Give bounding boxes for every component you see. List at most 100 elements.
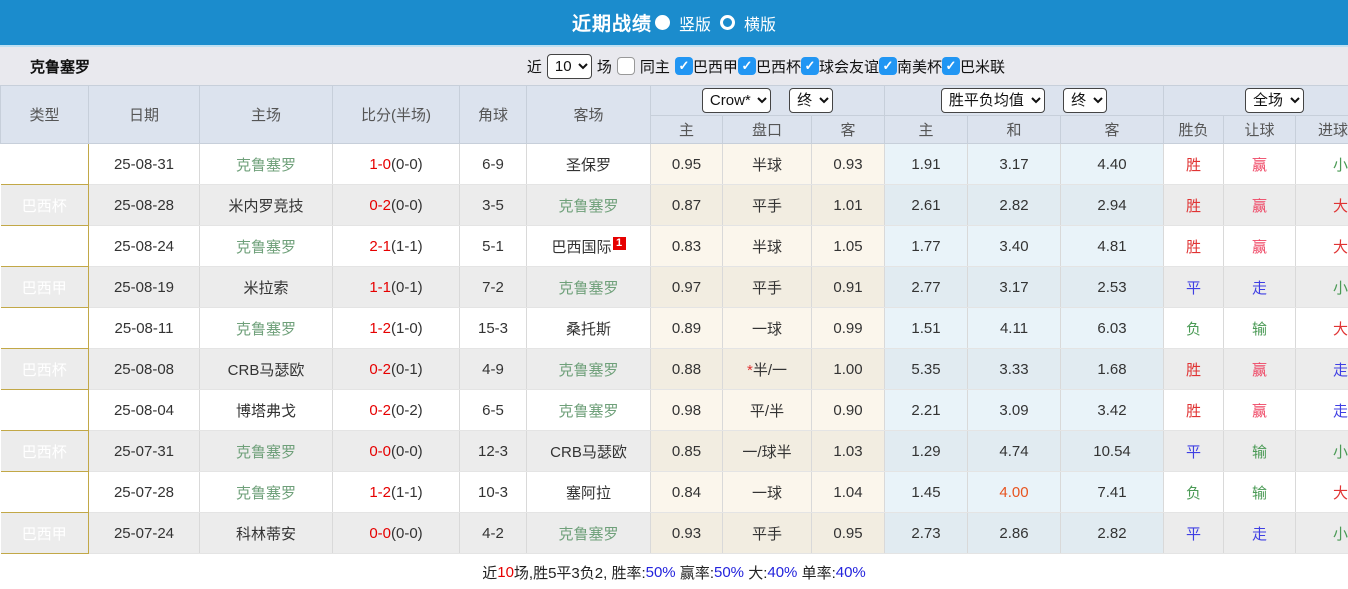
score-cell: 0-2(0-2) [332, 389, 460, 431]
result-handicap-cell: 走 [1223, 266, 1297, 308]
league-cell: 巴西甲 [0, 512, 89, 554]
result-handicap-cell: 输 [1223, 307, 1297, 349]
team-name: 克鲁塞罗 [30, 58, 91, 76]
subheader-result-outcome: 胜负 [1163, 115, 1225, 144]
header-date: 日期 [88, 85, 200, 144]
europe-draw-odds-cell: 3.17 [967, 143, 1062, 185]
competition-filter: ✓ 南美杯 [878, 56, 942, 77]
checkbox-checked-icon[interactable]: ✓ [737, 57, 756, 75]
home-team-cell: 克鲁塞罗 [199, 430, 333, 472]
match-count-select[interactable]: 10 [546, 53, 592, 79]
europe-draw-odds-cell: 3.33 [967, 348, 1062, 390]
handicap-line-cell: 半球 [722, 143, 812, 185]
result-goals-cell: 大 [1295, 225, 1348, 267]
date-cell: 25-07-24 [88, 512, 200, 554]
home-team-cell: 博塔弗戈 [199, 389, 333, 431]
header-type: 类型 [0, 85, 89, 144]
same-home-checkbox[interactable] [616, 57, 635, 75]
corners-cell: 10-3 [459, 471, 527, 513]
result-outcome-cell: 胜 [1163, 143, 1225, 185]
europe-home-odds-cell: 1.51 [884, 307, 969, 349]
away-team-cell: 克鲁塞罗 [526, 266, 651, 308]
home-team-cell: CRB马瑟欧 [199, 348, 333, 390]
corners-cell: 15-3 [459, 307, 527, 349]
handicap-line-cell: 平手 [722, 184, 812, 226]
handicap-home-odds-cell: 0.98 [650, 389, 723, 431]
corners-cell: 7-2 [459, 266, 527, 308]
europe-home-odds-cell: 2.21 [884, 389, 969, 431]
team-name-text: 巴西国际 [551, 238, 612, 256]
handicap-away-odds-cell: 1.01 [811, 184, 886, 226]
radio-horizontal-label[interactable]: 横版 [744, 11, 776, 35]
summary-segment: 40% [767, 563, 798, 581]
score-cell: 1-1(0-1) [332, 266, 460, 308]
header-score: 比分(半场) [332, 85, 460, 144]
table-row: 巴西杯 25-07-31 克鲁塞罗 0-0(0-0) 12-3 CRB马瑟欧 0.85 一/球… [0, 430, 1348, 472]
summary-segment: 单率: [797, 564, 836, 582]
subheader-handicap-home: 主 [650, 115, 723, 144]
result-goals-cell: 小 [1295, 512, 1348, 554]
radio-vertical-label[interactable]: 竖版 [679, 11, 711, 35]
radio-horizontal-icon[interactable] [720, 15, 735, 30]
team-name-text: 克鲁塞罗 [558, 279, 619, 297]
away-team-cell: 桑托斯 [526, 307, 651, 349]
header-home: 主场 [199, 85, 333, 144]
average-final-select[interactable]: 终 [1063, 88, 1108, 113]
date-cell: 25-07-28 [88, 471, 200, 513]
radio-vertical-selected-icon[interactable] [654, 15, 670, 30]
team-name-text: 博塔弗戈 [235, 402, 296, 420]
result-goals-cell: 走 [1295, 389, 1348, 431]
europe-away-odds-cell: 1.68 [1060, 348, 1165, 390]
checkbox-checked-icon[interactable]: ✓ [800, 57, 819, 75]
result-handicap-cell: 输 [1223, 471, 1297, 513]
date-cell: 25-08-11 [88, 307, 200, 349]
results-table: 类型 日期 主场 比分(半场) 角球 客场 Crow* 终 胜平负均值 终 全场 [0, 85, 1348, 554]
europe-draw-odds-cell: 4.74 [967, 430, 1062, 472]
away-team-cell: 克鲁塞罗 [526, 512, 651, 554]
europe-away-odds-cell: 7.41 [1060, 471, 1165, 513]
corners-cell: 5-1 [459, 225, 527, 267]
team-name-text: CRB马瑟欧 [550, 443, 627, 461]
scope-dropdown-group: 全场 [1163, 85, 1348, 116]
europe-away-odds-cell: 4.40 [1060, 143, 1165, 185]
handicap-away-odds-cell: 1.05 [811, 225, 886, 267]
score-cell: 0-2(0-0) [332, 184, 460, 226]
europe-away-odds-cell: 10.54 [1060, 430, 1165, 472]
europe-away-odds-cell: 2.94 [1060, 184, 1165, 226]
header-corners: 角球 [459, 85, 527, 144]
handicap-away-odds-cell: 0.91 [811, 266, 886, 308]
competition-label: 球会友谊 [818, 58, 879, 76]
scope-select[interactable]: 全场 [1245, 88, 1305, 113]
summary-segment: 10 [497, 563, 514, 581]
europe-draw-odds-cell: 2.86 [967, 512, 1062, 554]
table-row: 巴西杯 25-08-08 CRB马瑟欧 0-2(0-1) 4-9 克鲁塞罗 0.88 *半/一… [0, 348, 1348, 390]
date-cell: 25-08-28 [88, 184, 200, 226]
subheader-europe-away: 客 [1060, 115, 1165, 144]
bookmaker-select[interactable]: Crow* [701, 88, 771, 113]
summary-segment: 赢率: [675, 564, 714, 582]
handicap-home-odds-cell: 0.89 [650, 307, 723, 349]
average-select[interactable]: 胜平负均值 [940, 88, 1045, 113]
europe-draw-odds-cell: 4.00 [967, 471, 1062, 513]
competition-label: 巴西甲 [692, 58, 738, 76]
date-cell: 25-08-31 [88, 143, 200, 185]
handicap-line-cell: 平手 [722, 266, 812, 308]
date-cell: 25-08-08 [88, 348, 200, 390]
away-team-cell: 克鲁塞罗 [526, 348, 651, 390]
league-cell: 巴西杯 [0, 348, 89, 390]
matches-label: 场 [596, 58, 612, 76]
checkbox-checked-icon[interactable]: ✓ [674, 57, 693, 75]
results-tbody: 巴西甲 25-08-31 克鲁塞罗 1-0(0-0) 6-9 圣保罗 0.95 半球 0.93 1… [0, 143, 1348, 554]
table-row: 巴西甲 25-08-24 克鲁塞罗 2-1(1-1) 5-1 巴西国际 1 0.83 半球 1.0… [0, 225, 1348, 267]
corners-cell: 4-2 [459, 512, 527, 554]
home-team-cell: 米内罗竞技 [199, 184, 333, 226]
date-cell: 25-07-31 [88, 430, 200, 472]
filterbar: 克鲁塞罗 近 10 场 同主 ✓ 巴西甲 ✓ 巴西杯 ✓ 球会友谊 ✓ 南美杯 ✓ 巴米联 [0, 47, 1348, 85]
handicap-dropdown-group: Crow* 终 [649, 85, 886, 116]
handicap-line-cell: *半/一 [722, 348, 812, 390]
checkbox-checked-icon[interactable]: ✓ [878, 57, 897, 75]
summary-segment: 50% [714, 563, 745, 581]
bookmaker-final-select[interactable]: 终 [789, 88, 834, 113]
europe-home-odds-cell: 2.73 [884, 512, 969, 554]
checkbox-checked-icon[interactable]: ✓ [941, 57, 960, 75]
